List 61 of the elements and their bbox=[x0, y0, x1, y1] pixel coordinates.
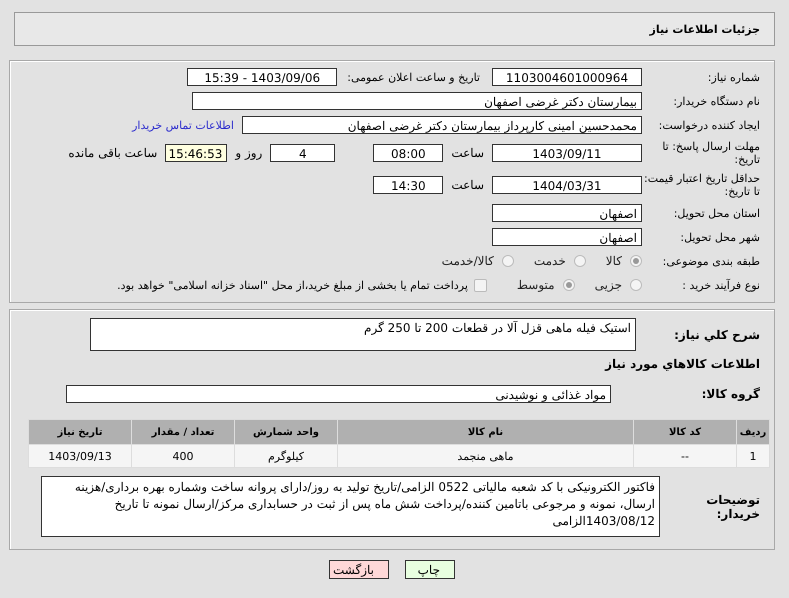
payment-note: پرداخت تمام یا بخشی از مبلغ خرید،از محل "اسناد خزانه اسلامی" خواهد بود. bbox=[117, 278, 468, 292]
buyer-notes-textarea[interactable]: فاکتور الکترونیکی با کد شعبه مالیاتی 0522 الزامی/تاریخ تولید به روز/دارای پروانه ساخت وشماره بهره برداری/هزینه ارسال، نمونه و مرجوعی باتامین کننده/پرداخت شش ماه پس از ثبت در حسابداری مرکز/ارسال نمونه تا تاریخ 1403/08/12الزامی bbox=[41, 476, 660, 537]
field-label: توضیحات خریدار: bbox=[705, 492, 761, 520]
radio-button[interactable] bbox=[574, 255, 586, 267]
description-textarea[interactable]: استیک فیله ماهی قزل آلا در قطعات 200 تا 250 گرم bbox=[90, 318, 636, 351]
city-field: اصفهان bbox=[492, 228, 642, 246]
table-cell: ماهی منجمد bbox=[338, 444, 634, 468]
field-label: نوع فرآیند خرید : bbox=[681, 278, 761, 292]
radio-label: کالا bbox=[606, 254, 622, 268]
announce-date-field: 1403/09/06 - 15:39 bbox=[187, 68, 338, 86]
validity-time-field: 14:30 bbox=[373, 176, 444, 194]
days-field: 4 bbox=[270, 144, 336, 162]
time-label: ساعت bbox=[451, 146, 484, 160]
table-cell: 1403/09/13 bbox=[28, 444, 132, 468]
radio-button[interactable] bbox=[630, 255, 642, 267]
column-header: نام کالا bbox=[338, 420, 634, 444]
buyer-contact-link[interactable]: اطلاعات تماس خریدار bbox=[132, 118, 234, 132]
field-label: نام دستگاه خریدار: bbox=[672, 94, 761, 108]
field-label: استان محل تحویل: bbox=[672, 206, 761, 220]
column-header: تاریخ نیاز bbox=[28, 420, 132, 444]
print-button[interactable]: چاپ bbox=[405, 560, 455, 579]
table-cell: -- bbox=[634, 444, 736, 468]
goods-group-field: مواد غذائی و نوشیدنی bbox=[66, 385, 611, 403]
table-cell: 400 bbox=[132, 444, 234, 468]
radio-label: جزیی bbox=[594, 278, 622, 292]
page-title: جزئیات اطلاعات نیاز bbox=[650, 22, 760, 36]
requester-field: محمدحسین امینی کارپرداز بیمارستان دکتر غرضی اصفهان bbox=[242, 116, 642, 134]
need-number-field: 1103004601000964 bbox=[492, 68, 642, 86]
field-label: ایجاد کننده درخواست: bbox=[658, 118, 761, 132]
checkbox[interactable] bbox=[474, 278, 487, 292]
radio-label: متوسط bbox=[516, 278, 555, 292]
validity-date-field: 1404/03/31 bbox=[492, 176, 642, 194]
field-label: حداقل تاریخ اعتبار قیمت: تا تاریخ: bbox=[643, 172, 761, 198]
field-label: شهر محل تحویل: bbox=[679, 230, 761, 244]
back-button[interactable]: بازگشت bbox=[329, 560, 389, 579]
radio-label: کالا/خدمت bbox=[442, 254, 494, 268]
deadline-time-field: 08:00 bbox=[373, 144, 444, 162]
field-label: شماره نیاز: bbox=[706, 70, 761, 84]
radio-label: خدمت bbox=[534, 254, 566, 268]
field-label: گروه کالا: bbox=[700, 387, 761, 401]
column-header: کد کالا bbox=[634, 420, 736, 444]
section-heading: اطلاعات كالاهاي مورد نياز bbox=[604, 357, 761, 371]
table-cell: 1 bbox=[736, 444, 770, 468]
table-cell: کیلوگرم bbox=[234, 444, 338, 468]
buyer-field: بیمارستان دکتر غرضی اصفهان bbox=[192, 92, 642, 110]
days-label: روز و bbox=[235, 146, 262, 160]
field-label: مهلت ارسال پاسخ: تا تاریخ: bbox=[661, 140, 761, 166]
remaining-time-field: 15:46:53 bbox=[165, 144, 228, 162]
field-label: طبقه بندی موضوعی: bbox=[662, 254, 761, 268]
column-header: تعداد / مقدار bbox=[132, 420, 234, 444]
time-label: ساعت bbox=[451, 178, 484, 192]
radio-button[interactable] bbox=[502, 255, 514, 267]
column-header: ردیف bbox=[736, 420, 770, 444]
province-field: اصفهان bbox=[492, 204, 642, 222]
remaining-label: ساعت باقی مانده bbox=[68, 146, 158, 160]
field-label: شرح كلي نياز: bbox=[673, 328, 761, 342]
radio-button[interactable] bbox=[562, 279, 575, 291]
column-header: واحد شمارش bbox=[234, 420, 338, 444]
field-label: تاریخ و ساعت اعلان عمومی: bbox=[347, 70, 480, 84]
deadline-date-field: 1403/09/11 bbox=[492, 144, 642, 162]
radio-button[interactable] bbox=[630, 279, 642, 291]
